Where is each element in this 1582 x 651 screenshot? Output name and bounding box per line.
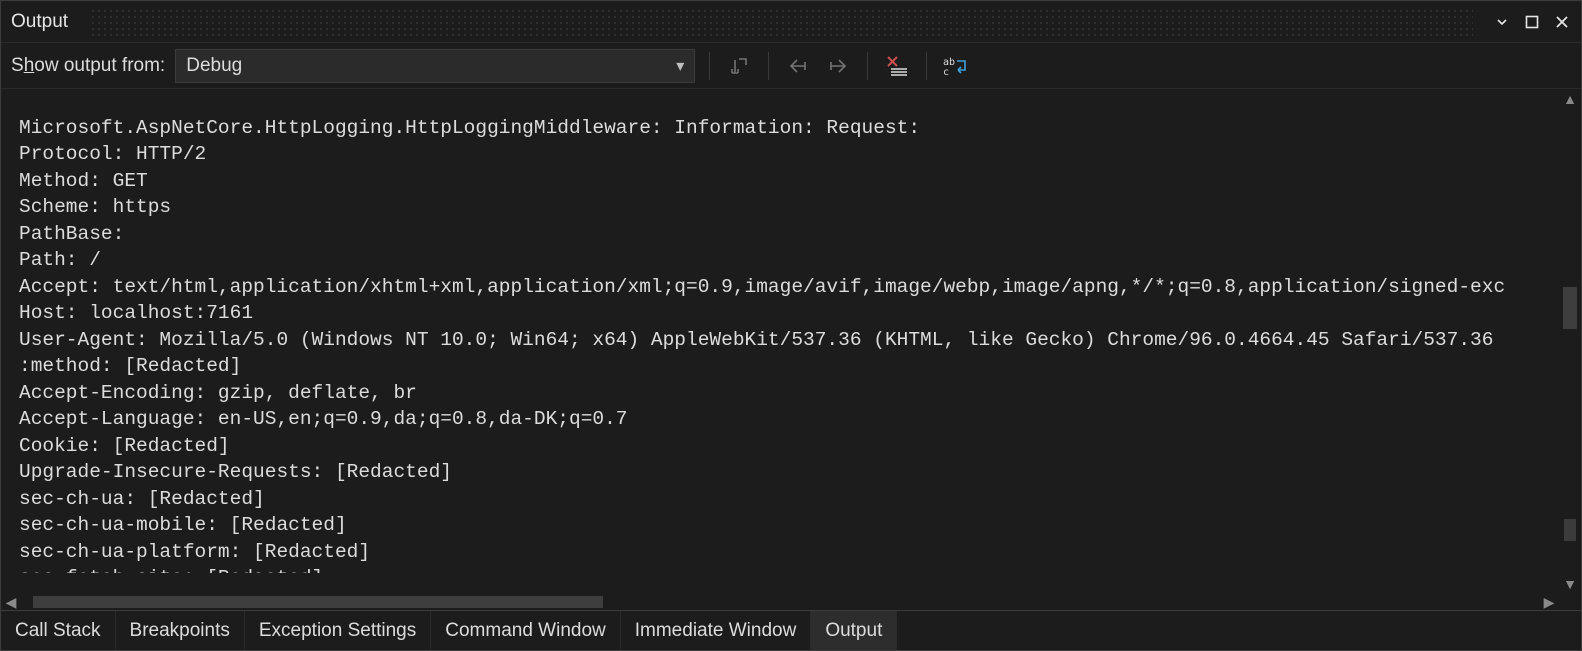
toolbar-divider	[867, 52, 868, 80]
output-toolbar: Show output from: Debug ▾ ab	[1, 43, 1581, 89]
find-message-button	[724, 51, 754, 81]
label-text: S	[11, 55, 24, 76]
svg-text:c: c	[943, 67, 949, 77]
scroll-down-icon[interactable]: ▼	[1563, 576, 1577, 592]
output-source-select[interactable]: Debug ▾	[175, 49, 695, 83]
panel-titlebar[interactable]: Output	[1, 1, 1581, 43]
toolbar-divider	[768, 52, 769, 80]
titlebar-grip[interactable]	[90, 8, 1473, 36]
panel-title: Output	[1, 5, 80, 39]
scroll-left-icon[interactable]: ◀	[3, 594, 19, 611]
output-source-value: Debug	[186, 55, 242, 77]
tab-immediate-window[interactable]: Immediate Window	[621, 611, 812, 650]
tab-output[interactable]: Output	[811, 611, 897, 650]
scroll-up-icon[interactable]: ▲	[1563, 91, 1577, 107]
bottom-tabs: Call StackBreakpointsException SettingsC…	[1, 610, 1581, 650]
scroll-right-icon[interactable]: ▶	[1541, 594, 1557, 611]
vertical-scrollbar[interactable]: ▲ ▼	[1561, 91, 1579, 592]
output-source-label: Show output from:	[11, 55, 165, 77]
next-message-button	[823, 51, 853, 81]
tab-exception-settings[interactable]: Exception Settings	[245, 611, 431, 650]
tab-call-stack[interactable]: Call Stack	[1, 611, 116, 650]
toolbar-divider	[709, 52, 710, 80]
hscroll-thumb[interactable]	[33, 596, 603, 608]
tab-breakpoints[interactable]: Breakpoints	[116, 611, 245, 650]
label-text: ow output from:	[34, 55, 165, 76]
horizontal-scrollbar[interactable]: ◀ ▶	[3, 594, 1557, 610]
label-accesskey: h	[24, 55, 35, 76]
hscroll-track[interactable]	[19, 594, 1541, 610]
scroll-marker	[1564, 519, 1576, 541]
window-options-icon[interactable]	[1491, 11, 1513, 33]
output-panel: Output Show output from: Debug ▾	[0, 0, 1582, 651]
scroll-thumb[interactable]	[1563, 287, 1577, 329]
prev-message-button	[783, 51, 813, 81]
chevron-down-icon: ▾	[676, 56, 684, 76]
maximize-icon[interactable]	[1521, 11, 1543, 33]
toggle-word-wrap-button[interactable]: ab c	[941, 51, 971, 81]
tab-command-window[interactable]: Command Window	[431, 611, 621, 650]
toolbar-divider	[926, 52, 927, 80]
clear-all-button[interactable]	[882, 51, 912, 81]
output-text[interactable]: Microsoft.AspNetCore.HttpLogging.HttpLog…	[1, 109, 1557, 573]
output-body: Microsoft.AspNetCore.HttpLogging.HttpLog…	[1, 89, 1581, 610]
close-icon[interactable]	[1551, 11, 1573, 33]
